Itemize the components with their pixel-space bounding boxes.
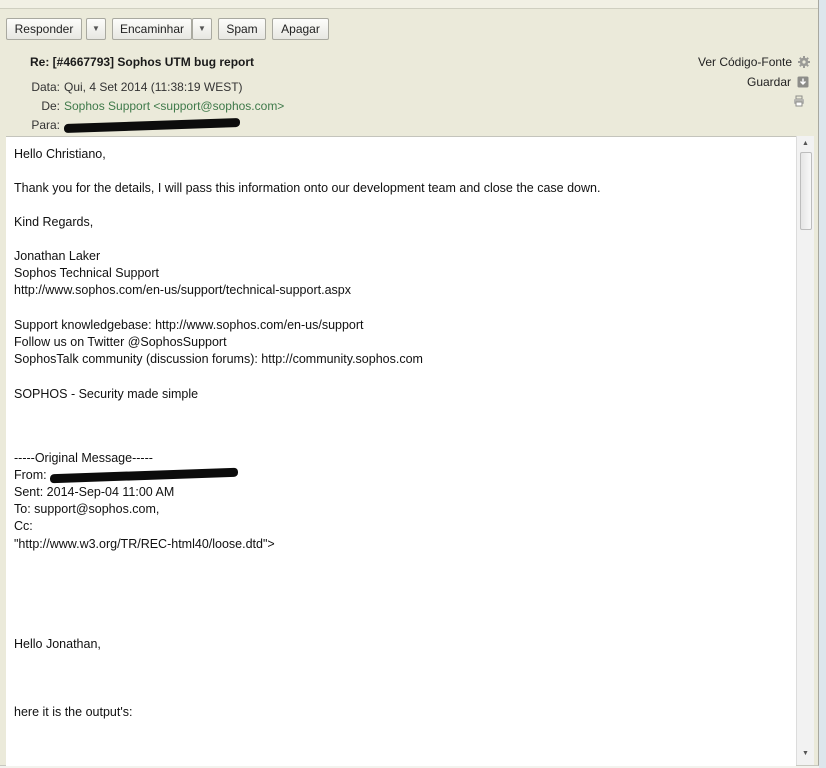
print-button[interactable]	[790, 94, 805, 108]
original-cc-line: Cc:	[14, 519, 33, 533]
date-row: Data: Qui, 4 Set 2014 (11:38:19 WEST)	[6, 80, 243, 94]
signature-name: Jonathan Laker	[14, 249, 101, 263]
from-row: De: Sophos Support <support@sophos.com>	[6, 99, 284, 113]
download-icon	[797, 76, 809, 88]
chevron-down-icon: ▼	[198, 24, 206, 33]
to-label: Para:	[31, 118, 60, 132]
reply-button[interactable]: Responder	[6, 18, 82, 40]
window-top-edge	[0, 0, 818, 9]
redacted-address	[64, 118, 240, 134]
message-body: Hello Christiano, Thank you for the deta…	[6, 136, 796, 766]
view-source-label: Ver Código-Fonte	[698, 55, 793, 69]
view-source-link[interactable]: Ver Código-Fonte	[698, 55, 811, 69]
spam-button[interactable]: Spam	[218, 18, 266, 40]
original-sent-line: Sent: 2014-Sep-04 11:00 AM	[14, 485, 175, 499]
chevron-down-icon: ▼	[92, 24, 100, 33]
save-link[interactable]: Guardar	[747, 75, 809, 89]
from-address[interactable]: Sophos Support <support@sophos.com>	[64, 99, 284, 113]
dtd-line: "http://www.w3.org/TR/REC-html40/loose.d…	[14, 537, 275, 551]
date-label: Data:	[31, 80, 60, 94]
scroll-up-arrow-icon[interactable]: ▲	[802, 140, 809, 147]
redacted-address	[50, 467, 239, 484]
date-value: Qui, 4 Set 2014 (11:38:19 WEST)	[64, 80, 243, 94]
delete-button[interactable]: Apagar	[272, 18, 329, 40]
signature-title: Sophos Technical Support	[14, 266, 160, 280]
reply-dropdown-button[interactable]: ▼	[86, 18, 106, 40]
vertical-scrollbar[interactable]: ▲ ▼	[796, 136, 814, 765]
scrollbar-thumb[interactable]	[800, 152, 812, 230]
gear-icon	[798, 56, 811, 68]
output-line: here it is the output's:	[14, 705, 133, 719]
original-to-line: To: support@sophos.com,	[14, 502, 160, 516]
message-window: Responder ▼ Encaminhar ▼ Spam Apagar Re:…	[0, 0, 819, 766]
scroll-down-arrow-icon[interactable]: ▼	[802, 750, 809, 757]
forward-button[interactable]: Encaminhar	[112, 18, 192, 40]
body-regards: Kind Regards,	[14, 215, 94, 229]
message-subject: Re: [#4667793] Sophos UTM bug report	[30, 55, 255, 69]
original-from-line: From:	[14, 467, 239, 484]
forward-dropdown-button[interactable]: ▼	[192, 18, 212, 40]
signature-url: http://www.sophos.com/en-us/support/tech…	[14, 283, 351, 297]
tagline: SOPHOS - Security made simple	[14, 387, 199, 401]
message-header: Re: [#4667793] Sophos UTM bug report Dat…	[6, 46, 812, 136]
save-label: Guardar	[747, 75, 792, 89]
body-line: Thank you for the details, I will pass t…	[14, 181, 601, 195]
original-message-header: -----Original Message-----	[14, 451, 153, 465]
knowledgebase-line: Support knowledgebase: http://www.sophos…	[14, 318, 364, 332]
window-edge	[819, 0, 826, 768]
to-row: Para:	[6, 118, 240, 134]
message-toolbar: Responder ▼ Encaminhar ▼ Spam Apagar	[6, 12, 812, 46]
community-line: SophosTalk community (discussion forums)…	[14, 352, 423, 366]
body-greeting: Hello Christiano,	[14, 147, 106, 161]
original-from-label: From:	[14, 468, 47, 482]
from-label: De:	[41, 99, 60, 113]
hello-line: Hello Jonathan,	[14, 637, 101, 651]
twitter-line: Follow us on Twitter @SophosSupport	[14, 335, 227, 349]
printer-icon	[794, 95, 804, 107]
